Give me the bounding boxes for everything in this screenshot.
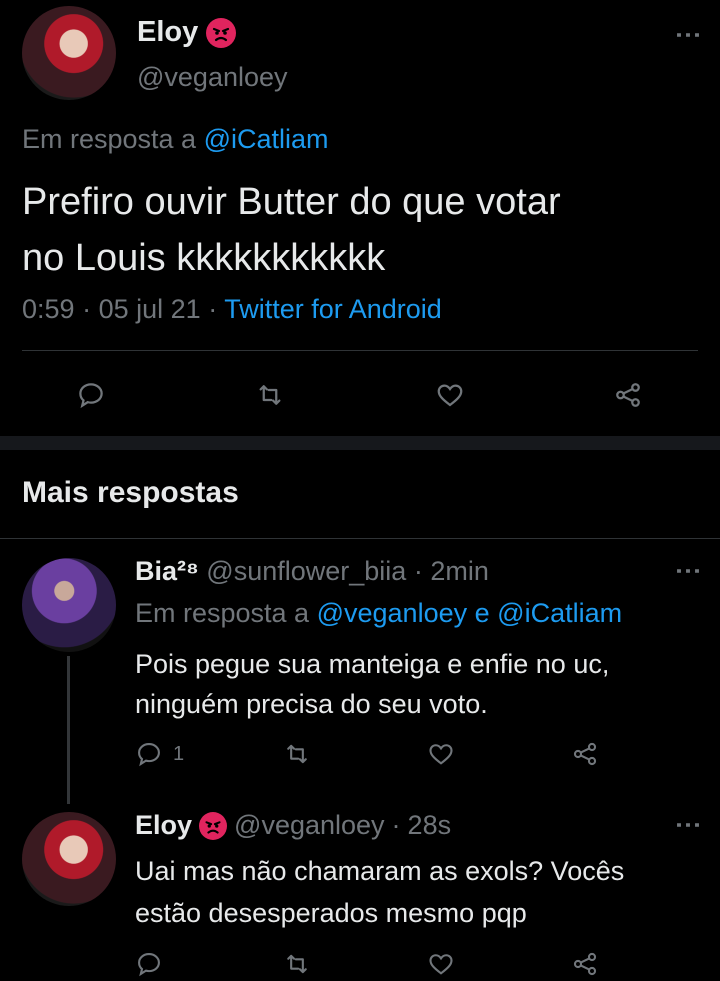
reply-text: Uai mas não chamaram as exols? Vocês est… <box>135 850 624 934</box>
retweet-button[interactable] <box>282 950 312 978</box>
author-handle[interactable]: @veganloey <box>137 62 288 93</box>
separator: · <box>413 556 423 586</box>
angry-face-icon <box>199 811 228 840</box>
tweet-meta: 0:59 · 05 jul 21 · Twitter for Android <box>22 294 442 325</box>
like-button[interactable] <box>434 380 466 410</box>
reply-context: Em resposta a @veganloey e @iCatliam <box>135 598 622 629</box>
reply-prefix: Em resposta a <box>22 124 197 154</box>
reply-icon <box>79 383 103 409</box>
reply-author-handle[interactable]: @veganloey <box>234 810 385 841</box>
reply-button[interactable] <box>76 380 106 410</box>
reply-text: Pois pegue sua manteiga e enfie no uc, n… <box>135 644 609 724</box>
reply-author-name[interactable]: Bia²⁸ <box>135 556 199 586</box>
reply-conjunction: e <box>474 598 490 628</box>
reply-icon <box>138 953 160 977</box>
share-icon <box>573 742 597 766</box>
reply-text-line: Pois pegue sua manteiga e enfie no uc, <box>135 649 610 679</box>
reply-text-line: Uai mas não chamaram as exols? Vocês <box>135 856 625 886</box>
separator: · <box>208 294 218 324</box>
share-icon <box>573 952 597 976</box>
author-avatar[interactable] <box>22 6 116 100</box>
tweet-source[interactable]: Twitter for Android <box>224 294 442 324</box>
tweet-text-line: Prefiro ouvir Butter do que votar <box>22 181 561 223</box>
like-icon <box>429 954 453 975</box>
tweet-time: 0:59 <box>22 294 75 324</box>
reply-to-link[interactable]: @veganloey <box>317 598 468 628</box>
share-icon <box>616 383 640 407</box>
reply-to-link[interactable]: @iCatliam <box>204 124 329 154</box>
like-button[interactable] <box>426 740 456 768</box>
more-options-icon[interactable]: ⋮ <box>674 22 704 48</box>
reply-avatar[interactable] <box>22 812 116 906</box>
reply-time: 28s <box>407 810 452 840</box>
reply-count: 1 <box>173 742 185 765</box>
like-icon <box>429 744 453 765</box>
reply-time: 2min <box>430 556 489 586</box>
angry-face-icon <box>206 17 237 48</box>
retweet-button[interactable] <box>282 740 312 768</box>
tweet-text: Prefiro ouvir Butter do que votar no Lou… <box>22 174 561 286</box>
reply-to-link[interactable]: @iCatliam <box>497 598 622 628</box>
divider <box>0 538 720 539</box>
reply-author-name[interactable]: Eloy <box>135 810 192 841</box>
divider <box>22 350 698 351</box>
section-separator <box>0 436 720 450</box>
reply-text-line: estão desesperados mesmo pqp <box>135 898 527 928</box>
author-name-row[interactable]: Eloy <box>137 16 237 49</box>
reply-button[interactable]: 1 <box>135 740 184 768</box>
reply-header: Bia²⁸ @sunflower_biia · 2min <box>135 556 489 587</box>
separator: · <box>82 294 92 324</box>
tweet-date: 05 jul 21 <box>98 294 201 324</box>
retweet-icon <box>259 385 281 405</box>
section-title: Mais respostas <box>22 476 239 509</box>
reply-button[interactable] <box>135 950 163 978</box>
reply-header: Eloy @veganloey · 28s <box>135 810 451 841</box>
share-button[interactable] <box>612 380 644 410</box>
retweet-icon <box>287 954 307 974</box>
reply-context: Em resposta a @iCatliam <box>22 124 329 155</box>
reply-author-handle[interactable]: @sunflower_biia <box>206 556 406 586</box>
reply-text-line: ninguém precisa do seu voto. <box>135 689 488 719</box>
like-icon <box>437 384 463 407</box>
reply-icon <box>138 743 160 767</box>
like-button[interactable] <box>426 950 456 978</box>
separator: · <box>391 810 401 840</box>
more-options-icon[interactable]: ⋮ <box>674 558 704 584</box>
more-options-icon[interactable]: ⋮ <box>674 812 704 838</box>
reply-prefix: Em resposta a <box>135 598 310 628</box>
thread-line <box>67 656 70 804</box>
tweet-text-line: no Louis kkkkkkkkkkk <box>22 237 386 279</box>
share-button[interactable] <box>570 950 600 978</box>
retweet-icon <box>287 744 307 764</box>
author-name[interactable]: Eloy <box>137 16 198 49</box>
share-button[interactable] <box>570 740 600 768</box>
reply-avatar[interactable] <box>22 558 116 652</box>
retweet-button[interactable] <box>254 380 286 410</box>
